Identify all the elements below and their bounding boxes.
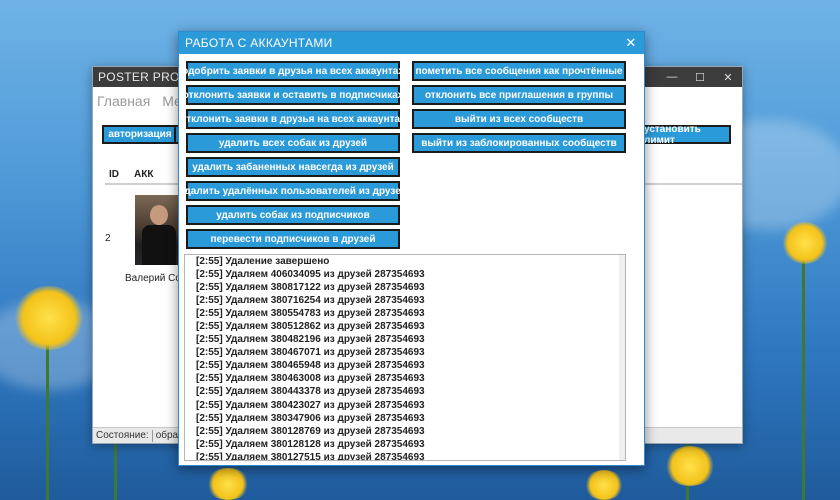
log-line: [2:55] Удаляем 380554783 из друзей 28735… — [196, 308, 425, 320]
dandelion-flower — [664, 446, 716, 486]
remove-dogs-from-friends-button[interactable]: удалить всех собак из друзей — [186, 133, 400, 153]
dandelion-flower — [14, 286, 84, 350]
menu-item-home[interactable]: Главная — [97, 93, 150, 109]
avatar-head — [150, 205, 168, 225]
column-account: АКК — [134, 169, 154, 180]
leave-all-communities-button[interactable]: выйти из всех сообществ — [412, 109, 626, 129]
log-line: [2:55] Удаляем 380128128 из друзей 28735… — [196, 438, 425, 450]
dandelion-flower — [584, 470, 624, 500]
wallpaper-stem — [46, 330, 49, 500]
log-line: [2:55] Удаляем 380817122 из друзей 28735… — [196, 282, 425, 294]
log-line: [2:55] Удаляем 380127515 из друзей 28735… — [196, 451, 425, 461]
log-line: [2:55] Удаляем 380467071 из друзей 28735… — [196, 347, 425, 359]
dandelion-flower — [782, 222, 828, 264]
log-line: [2:55] Удаляем 380128769 из друзей 28735… — [196, 425, 425, 437]
log-line: [2:55] Удаляем 380347906 из друзей 28735… — [196, 412, 425, 424]
maximize-icon[interactable]: ☐ — [686, 71, 714, 84]
approve-friend-requests-button[interactable]: одобрить заявки в друзья на всех аккаунт… — [182, 61, 404, 81]
avatar-body — [142, 225, 176, 265]
dialog-title: РАБОТА С АККАУНТАМИ — [185, 36, 333, 50]
log-line: [2:55] Удаляем 380716254 из друзей 28735… — [196, 295, 425, 307]
log-output[interactable]: [2:55] Удаление завершено [2:55] Удаляем… — [184, 254, 626, 461]
dandelion-flower — [206, 468, 250, 500]
log-line: [2:55] Удаляем 380482196 из друзей 28735… — [196, 334, 425, 346]
status-separator — [151, 429, 153, 442]
remove-deleted-users-button[interactable]: удалить удалённых пользователей из друзе… — [179, 181, 407, 201]
remove-banned-friends-button[interactable]: удалить забаненных навсегда из друзей — [186, 157, 400, 177]
log-line: [2:55] Удаляем 380423027 из друзей 28735… — [196, 399, 425, 411]
log-line: [2:55] Удаляем 380465948 из друзей 28735… — [196, 360, 425, 372]
mark-messages-read-button[interactable]: пометить все сообщения как прочтённые — [412, 61, 626, 81]
status-label: Состояние: — [96, 430, 149, 441]
column-id: ID — [109, 169, 119, 180]
close-icon[interactable]: ✕ — [714, 71, 742, 84]
log-line: [2:55] Удаляем 380443378 из друзей 28735… — [196, 386, 425, 398]
log-line: [2:55] Удаляем 380463008 из друзей 28735… — [196, 373, 425, 385]
decline-friend-requests-button[interactable]: отклонить заявки в друзья на всех аккаун… — [180, 109, 406, 129]
set-limit-button[interactable]: установить лимит — [642, 124, 731, 146]
remove-dogs-from-subscribers-button[interactable]: удалить собак из подписчиков — [186, 205, 400, 225]
decline-group-invites-button[interactable]: отклонить все приглашения в группы — [412, 85, 626, 105]
convert-subscribers-button[interactable]: перевести подписчиков в друзей — [186, 229, 400, 249]
log-line: [2:55] Удаление завершено — [196, 256, 330, 267]
minimize-icon[interactable]: — — [658, 71, 686, 83]
accounts-dialog: РАБОТА С АККАУНТАМИ ✕ одобрить заявки в … — [178, 31, 645, 466]
log-line: [2:55] Удаляем 406034095 из друзей 28735… — [196, 269, 425, 281]
leave-blocked-communities-button[interactable]: выйти из заблокированных сообществ — [412, 133, 626, 153]
auth-button[interactable]: авторизация — [102, 125, 178, 144]
log-line: [2:55] Удаляем 380512862 из друзей 28735… — [196, 321, 425, 333]
log-scrollbar[interactable] — [619, 255, 625, 460]
avatar — [135, 195, 183, 265]
close-icon[interactable]: ✕ — [618, 35, 644, 51]
background-menu: Главная Ме — [97, 93, 190, 109]
wallpaper-stem — [802, 250, 805, 500]
row-id: 2 — [105, 233, 111, 244]
dialog-titlebar: РАБОТА С АККАУНТАМИ ✕ — [179, 32, 644, 54]
decline-keep-subscribers-button[interactable]: отклонить заявки и оставить в подписчика… — [183, 85, 403, 105]
